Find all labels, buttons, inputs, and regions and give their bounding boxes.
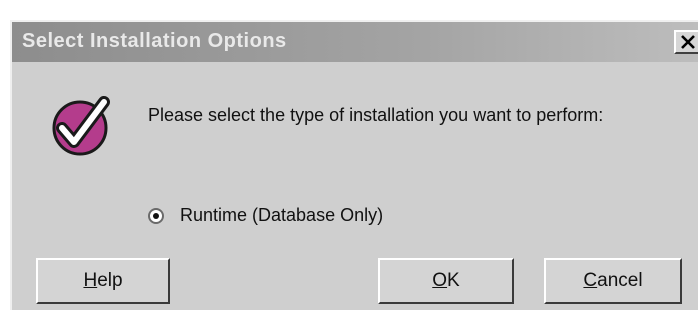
installation-options-dialog: Select Installation Options Please selec… [10, 20, 698, 310]
cancel-button[interactable]: Cancel [544, 258, 682, 304]
ok-label: K [447, 270, 460, 291]
help-label: elp [97, 270, 123, 291]
ok-accelerator: O [432, 270, 448, 291]
title-bar[interactable]: Select Installation Options [12, 22, 698, 62]
help-accelerator: H [83, 270, 98, 291]
instruction-text: Please select the type of installation y… [148, 105, 604, 125]
help-button[interactable]: Help [36, 258, 170, 304]
window-title: Select Installation Options [22, 30, 287, 52]
close-button[interactable] [674, 30, 698, 54]
runtime-radio[interactable] [148, 208, 164, 224]
radio-selected-dot [153, 213, 159, 219]
cancel-accelerator: C [583, 270, 598, 291]
cancel-label: ancel [597, 270, 643, 291]
close-icon [681, 35, 695, 49]
runtime-option-label[interactable]: Runtime (Database Only) [180, 205, 383, 226]
check-badge-icon [52, 96, 110, 156]
ok-button[interactable]: OK [378, 258, 514, 304]
